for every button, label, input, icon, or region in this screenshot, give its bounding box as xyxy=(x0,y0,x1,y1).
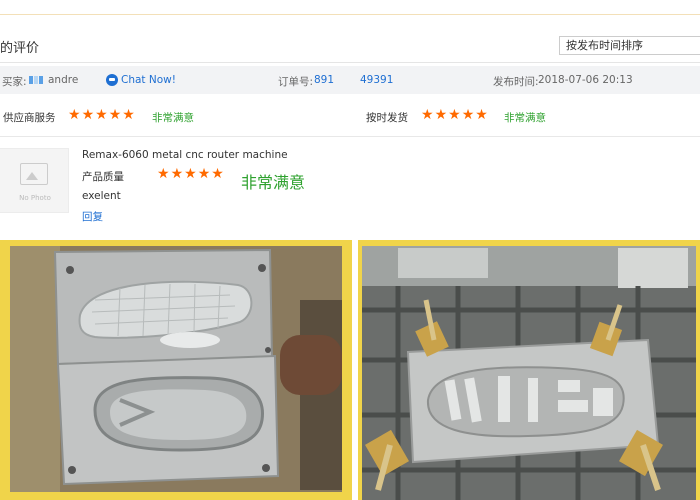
review-photo-molds[interactable] xyxy=(0,240,352,500)
buyer-flag-icon xyxy=(29,76,44,84)
star-icon: ★ xyxy=(157,166,170,182)
star-icon: ★ xyxy=(421,107,434,123)
reply-link[interactable]: 回复 xyxy=(82,209,103,224)
star-icon: ★ xyxy=(68,107,81,123)
star-icon: ★ xyxy=(108,107,122,123)
supplier-service-label: 供应商服务 xyxy=(3,112,56,124)
star-icon: ★ xyxy=(122,107,135,123)
star-icon: ★ xyxy=(434,107,448,123)
star-icon: ★ xyxy=(461,107,475,123)
star-icon: ★ xyxy=(81,107,95,123)
review-info-bar: 买家: andre Chat Now! 订单号: 891 49391 发布时间:… xyxy=(0,66,700,94)
order-label: 订单号: xyxy=(278,76,314,88)
product-quality-verdict: 非常满意 xyxy=(241,173,306,192)
buyer-name: andre xyxy=(48,74,79,86)
star-icon: ★ xyxy=(448,107,461,123)
review-comment: exelent xyxy=(82,190,121,202)
no-photo-text: No Photo xyxy=(19,194,51,202)
delivery-stars: ★ ★ ★ ★ ★ xyxy=(421,107,488,123)
product-name[interactable]: Remax-6060 metal cnc router machine xyxy=(82,149,288,161)
product-thumbnail[interactable]: No Photo xyxy=(0,148,69,213)
order-number-part2[interactable]: 49391 xyxy=(360,74,393,86)
order-number-part1[interactable]: 891 xyxy=(314,74,334,86)
star-icon: ★ xyxy=(170,166,184,182)
delivery-label: 按时发货 xyxy=(366,112,408,124)
star-icon: ★ xyxy=(95,107,108,123)
chat-now-link[interactable]: Chat Now! xyxy=(121,74,176,86)
publish-time: 2018-07-06 20:13 xyxy=(538,74,633,86)
buyer-label: 买家: xyxy=(2,76,27,88)
publish-label: 发布时间: xyxy=(493,76,539,88)
cnc-photo-image xyxy=(358,240,700,500)
rating-summary-row: 供应商服务 ★ ★ ★ ★ ★ 非常满意 按时发货 ★ ★ ★ ★ ★ 非常满意 xyxy=(0,96,700,137)
top-divider xyxy=(0,14,700,15)
star-icon: ★ xyxy=(184,166,197,182)
star-icon: ★ xyxy=(475,107,488,123)
image-placeholder-icon xyxy=(20,163,48,185)
chat-icon[interactable] xyxy=(106,74,118,86)
supplier-service-verdict: 非常满意 xyxy=(152,112,194,124)
star-icon: ★ xyxy=(197,166,211,182)
sort-dropdown[interactable]: 按发布时间排序 xyxy=(559,36,700,55)
review-photo-cnc-table[interactable] xyxy=(358,240,700,500)
supplier-service-stars: ★ ★ ★ ★ ★ xyxy=(68,107,135,123)
page-title: 的评价 xyxy=(0,41,40,56)
product-quality-label: 产品质量 xyxy=(82,171,124,183)
star-icon: ★ xyxy=(211,166,224,182)
product-quality-stars: ★ ★ ★ ★ ★ xyxy=(157,166,224,182)
delivery-verdict: 非常满意 xyxy=(504,112,546,124)
title-divider xyxy=(0,62,700,63)
mold-photo-image xyxy=(0,240,352,500)
